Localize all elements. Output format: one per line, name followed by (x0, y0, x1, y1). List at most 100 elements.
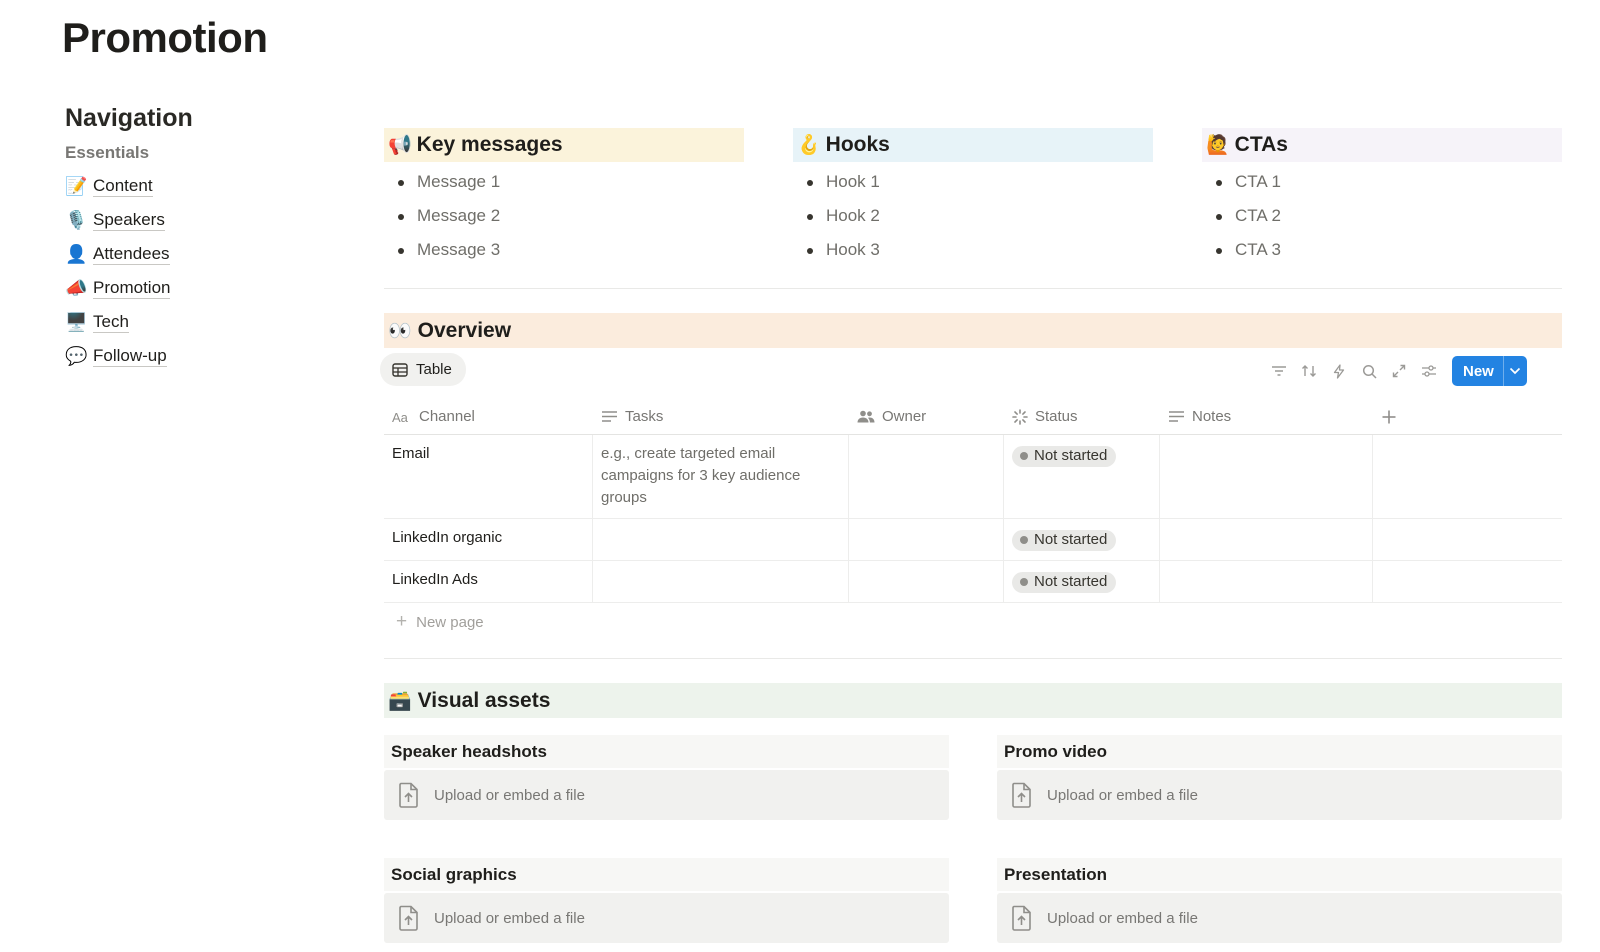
cell-owner[interactable] (849, 435, 1004, 518)
list-item[interactable]: CTA 1 (1202, 165, 1562, 199)
table-row[interactable]: LinkedIn Ads Not started (384, 561, 1562, 603)
list-item[interactable]: Hook 3 (793, 233, 1153, 267)
ctas-list: CTA 1 CTA 2 CTA 3 (1202, 165, 1562, 267)
table-toolbar: New (1264, 356, 1527, 386)
list-item[interactable]: CTA 3 (1202, 233, 1562, 267)
view-tab-table[interactable]: Table (380, 353, 466, 386)
hooks-heading: 🪝 Hooks (793, 128, 1153, 162)
hooks-list: Hook 1 Hook 2 Hook 3 (793, 165, 1153, 267)
settings-sliders-icon[interactable] (1414, 357, 1444, 385)
list-item[interactable]: Message 1 (384, 165, 744, 199)
column-header-label: Status (1035, 408, 1078, 425)
cell-channel[interactable]: LinkedIn organic (384, 519, 593, 560)
asset-title: Presentation (997, 858, 1562, 891)
status-spinner-icon (1012, 408, 1028, 425)
search-icon[interactable] (1354, 357, 1384, 385)
asset-title: Promo video (997, 735, 1562, 768)
cell-tasks[interactable] (593, 519, 849, 560)
upload-file-button[interactable]: Upload or embed a file (997, 893, 1562, 943)
eyes-icon: 👀 (388, 320, 412, 342)
new-page-button[interactable]: + New page (384, 603, 1562, 641)
expand-icon[interactable] (1384, 357, 1414, 385)
nav-item-tech[interactable]: 🖥️ Tech (65, 305, 305, 339)
asset-title: Speaker headshots (384, 735, 949, 768)
sort-icon[interactable] (1294, 357, 1324, 385)
list-item[interactable]: Message 3 (384, 233, 744, 267)
nav-item-content[interactable]: 📝 Content (65, 169, 305, 203)
cell-notes[interactable] (1160, 561, 1373, 602)
cell-notes[interactable] (1160, 435, 1373, 518)
cell-status[interactable]: Not started (1004, 561, 1160, 602)
cell-empty (1373, 561, 1562, 602)
hooks-title: Hooks (825, 133, 890, 156)
asset-social-graphics: Social graphics Upload or embed a file (384, 858, 949, 943)
asset-title: Social graphics (384, 858, 949, 891)
cell-tasks[interactable] (593, 561, 849, 602)
column-header-owner[interactable]: Owner (849, 399, 1004, 434)
upload-file-button[interactable]: Upload or embed a file (384, 770, 949, 820)
table-row[interactable]: Email e.g., create targeted email campai… (384, 435, 1562, 519)
new-page-label: New page (416, 613, 484, 631)
filter-icon[interactable] (1264, 357, 1294, 385)
microphone-icon: 🎙️ (65, 209, 88, 230)
new-button-label[interactable]: New (1452, 356, 1503, 386)
chevron-down-icon[interactable] (1502, 356, 1527, 386)
status-badge[interactable]: Not started (1012, 571, 1117, 593)
plus-icon (1382, 410, 1396, 423)
hooks-block: 🪝 Hooks Hook 1 Hook 2 Hook 3 (793, 128, 1153, 267)
table-row[interactable]: LinkedIn organic Not started (384, 519, 1562, 561)
cell-channel[interactable]: LinkedIn Ads (384, 561, 593, 602)
upload-file-button[interactable]: Upload or embed a file (384, 893, 949, 943)
loudspeaker-icon: 📢 (388, 135, 412, 156)
cell-status[interactable]: Not started (1004, 435, 1160, 518)
cell-notes[interactable] (1160, 519, 1373, 560)
cell-status[interactable]: Not started (1004, 519, 1160, 560)
new-button[interactable]: New (1452, 356, 1527, 386)
person-icon: 👤 (65, 243, 88, 264)
add-column-button[interactable] (1373, 399, 1562, 434)
nav-item-label[interactable]: Content (93, 176, 153, 197)
cell-owner[interactable] (849, 561, 1004, 602)
nav-item-label[interactable]: Tech (93, 312, 129, 333)
cell-channel[interactable]: Email (384, 435, 593, 518)
ctas-title: CTAs (1234, 133, 1288, 156)
svg-text:Aa: Aa (392, 411, 409, 423)
nav-item-label[interactable]: Speakers (93, 210, 165, 231)
page-title: Promotion (62, 14, 268, 61)
key-messages-block: 📢 Key messages Message 1 Message 2 Messa… (384, 128, 744, 267)
column-header-notes[interactable]: Notes (1160, 399, 1373, 434)
cell-tasks[interactable]: e.g., create targeted email campaigns fo… (593, 435, 849, 518)
column-header-label: Channel (419, 408, 475, 425)
list-item[interactable]: Message 2 (384, 199, 744, 233)
file-upload-icon (399, 782, 418, 808)
status-badge[interactable]: Not started (1012, 445, 1117, 467)
cell-owner[interactable] (849, 519, 1004, 560)
memo-icon: 📝 (65, 175, 88, 196)
status-dot-icon (1020, 578, 1028, 586)
status-badge[interactable]: Not started (1012, 529, 1117, 551)
nav-item-promotion[interactable]: 📣 Promotion (65, 271, 305, 305)
list-item[interactable]: CTA 2 (1202, 199, 1562, 233)
nav-item-attendees[interactable]: 👤 Attendees (65, 237, 305, 271)
navigation-heading: Navigation (65, 104, 193, 132)
visual-assets-heading: 🗃️ Visual assets (384, 683, 1562, 718)
lightning-icon[interactable] (1324, 357, 1354, 385)
nav-item-follow-up[interactable]: 💬 Follow-up (65, 339, 305, 373)
overview-heading: 👀 Overview (384, 313, 1562, 348)
view-tab-label: Table (416, 361, 452, 378)
nav-item-label[interactable]: Promotion (93, 278, 171, 299)
table-body: Email e.g., create targeted email campai… (384, 435, 1562, 603)
cell-empty (1373, 519, 1562, 560)
megaphone-icon: 📣 (65, 277, 88, 298)
column-header-channel[interactable]: Aa Channel (384, 399, 593, 434)
nav-item-speakers[interactable]: 🎙️ Speakers (65, 203, 305, 237)
column-header-tasks[interactable]: Tasks (593, 399, 849, 434)
nav-item-label[interactable]: Attendees (93, 244, 170, 265)
upload-file-button[interactable]: Upload or embed a file (997, 770, 1562, 820)
status-dot-icon (1020, 452, 1028, 460)
list-item[interactable]: Hook 1 (793, 165, 1153, 199)
lines-icon (1169, 411, 1184, 422)
nav-item-label[interactable]: Follow-up (93, 346, 167, 367)
column-header-status[interactable]: Status (1004, 399, 1160, 434)
list-item[interactable]: Hook 2 (793, 199, 1153, 233)
